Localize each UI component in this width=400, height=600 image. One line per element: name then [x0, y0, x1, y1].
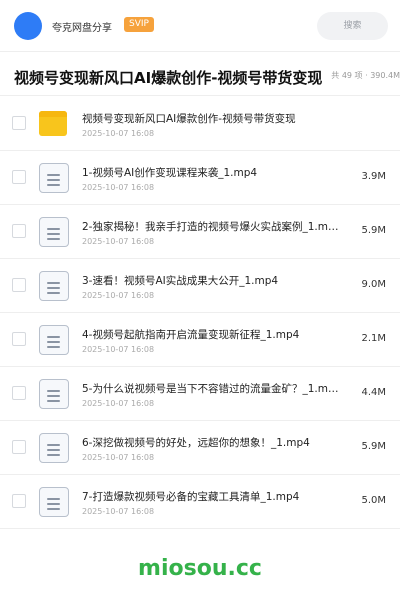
file-icon: [39, 217, 69, 247]
file-size: 5.0M: [361, 495, 386, 506]
row-checkbox[interactable]: [12, 224, 26, 238]
file-icon: [39, 325, 69, 355]
folder-icon: [39, 109, 69, 139]
file-date: 2025-10-07 16:08: [82, 183, 155, 192]
search-input[interactable]: 搜索: [317, 12, 388, 40]
file-icon: [39, 163, 69, 193]
file-name: 3-速看！视频号AI实战成果大公开_1.mp4: [82, 275, 279, 287]
file-size: 3.9M: [361, 171, 386, 182]
file-name: 5-为什么说视频号是当下不容错过的流量金矿？_1.mp4: [82, 383, 340, 395]
list-item[interactable]: 1-视频号AI创作变现课程来袭_1.mp4 2025-10-07 16:08 3…: [0, 151, 400, 205]
list-item[interactable]: 视频号变现新风口AI爆款创作-视频号带货变现 2025-10-07 16:08: [0, 97, 400, 151]
file-name: 视频号变现新风口AI爆款创作-视频号带货变现: [82, 113, 296, 125]
file-name: 4-视频号起航指南开启流量变现新征程_1.mp4: [82, 329, 300, 341]
file-date: 2025-10-07 16:08: [82, 399, 155, 408]
row-checkbox[interactable]: [12, 332, 26, 346]
file-date: 2025-10-07 16:08: [82, 129, 155, 138]
user-name: 夸克网盘分享: [52, 23, 112, 34]
file-icon: [39, 487, 69, 517]
row-checkbox[interactable]: [12, 278, 26, 292]
row-checkbox[interactable]: [12, 116, 26, 130]
file-date: 2025-10-07 16:08: [82, 291, 155, 300]
file-date: 2025-10-07 16:08: [82, 237, 155, 246]
folder-meta: 共 49 项 · 390.4M: [325, 70, 400, 81]
file-size: 5.9M: [361, 225, 386, 236]
file-name: 2-独家揭秘！我亲手打造的视频号爆火实战案例_1.mp4: [82, 221, 340, 233]
file-size: 9.0M: [361, 279, 386, 290]
row-checkbox[interactable]: [12, 386, 26, 400]
file-icon: [39, 433, 69, 463]
list-item[interactable]: 6-深挖做视频号的好处，远超你的想象！_1.mp4 2025-10-07 16:…: [0, 421, 400, 475]
file-size: 2.1M: [361, 333, 386, 344]
file-name: 1-视频号AI创作变现课程来袭_1.mp4: [82, 167, 258, 179]
file-icon: [39, 271, 69, 301]
list-item[interactable]: 2-独家揭秘！我亲手打造的视频号爆火实战案例_1.mp4 2025-10-07 …: [0, 205, 400, 259]
file-date: 2025-10-07 16:08: [82, 507, 155, 516]
file-name: 7-打造爆款视频号必备的宝藏工具清单_1.mp4: [82, 491, 300, 503]
list-item[interactable]: 4-视频号起航指南开启流量变现新征程_1.mp4 2025-10-07 16:0…: [0, 313, 400, 367]
watermark: miosou.cc: [138, 556, 262, 581]
row-checkbox[interactable]: [12, 494, 26, 508]
file-date: 2025-10-07 16:08: [82, 453, 155, 462]
file-size: 5.9M: [361, 441, 386, 452]
svip-badge: SVIP: [124, 17, 154, 32]
file-icon: [39, 379, 69, 409]
file-list: 视频号变现新风口AI爆款创作-视频号带货变现 2025-10-07 16:08 …: [0, 97, 400, 529]
file-name: 6-深挖做视频号的好处，远超你的想象！_1.mp4: [82, 437, 310, 449]
row-checkbox[interactable]: [12, 170, 26, 184]
app-header: 夸克网盘分享 SVIP 搜索: [0, 0, 400, 52]
page-title: 视频号变现新风口AI爆款创作-视频号带货变现: [14, 69, 323, 87]
folder-header: 视频号变现新风口AI爆款创作-视频号带货变现 共 49 项 · 390.4M: [0, 53, 400, 96]
list-item[interactable]: 3-速看！视频号AI实战成果大公开_1.mp4 2025-10-07 16:08…: [0, 259, 400, 313]
file-date: 2025-10-07 16:08: [82, 345, 155, 354]
avatar[interactable]: [14, 12, 42, 40]
list-item[interactable]: 7-打造爆款视频号必备的宝藏工具清单_1.mp4 2025-10-07 16:0…: [0, 475, 400, 529]
row-checkbox[interactable]: [12, 440, 26, 454]
file-size: 4.4M: [361, 387, 386, 398]
list-item[interactable]: 5-为什么说视频号是当下不容错过的流量金矿？_1.mp4 2025-10-07 …: [0, 367, 400, 421]
